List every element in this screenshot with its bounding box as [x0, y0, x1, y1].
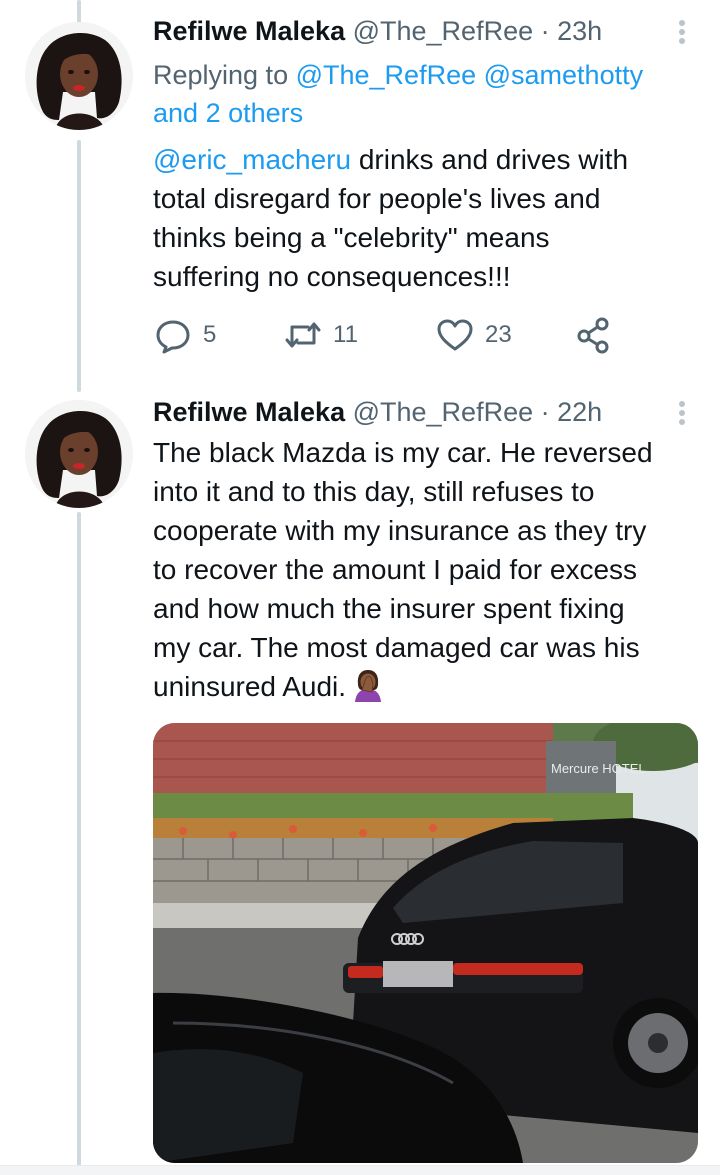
thread-connector-bottom [77, 512, 81, 1175]
tweet-time[interactable]: 22h [557, 397, 602, 427]
tweet-text-line: cooperate with my insurance as they try [153, 515, 647, 546]
tweet-text-line: into it and to this day, still refuses t… [153, 476, 595, 507]
tweet-text-line: The black Mazda is my car. He reversed [153, 437, 653, 468]
tweet-header: Refilwe Maleka @The_RefRee · 22h [153, 395, 602, 429]
separator-dot: · [540, 16, 550, 46]
hotel-sign-text: Mercure HOTEL [551, 761, 646, 776]
author-name[interactable]: Refilwe Maleka [153, 16, 345, 46]
retweet-icon [285, 322, 321, 348]
tweet-text-line: my car. The most damaged car was his [153, 632, 640, 663]
reply-count: 5 [203, 321, 217, 348]
tweet-text-line: thinks being a "celebrity" means [153, 222, 550, 253]
avatar[interactable] [25, 22, 133, 130]
tweet-text: @eric_macheru drinks and drives with tot… [153, 140, 698, 296]
tweet-text-line: total disregard for people's lives and [153, 183, 601, 214]
reply-mention-link[interactable]: @The_RefRee [296, 60, 477, 90]
reply-others-link[interactable]: 2 others [206, 98, 304, 128]
tweet-text: The black Mazda is my car. He reversed i… [153, 433, 698, 706]
reply-mention-link[interactable]: @samethotty [484, 60, 643, 90]
author-name[interactable]: Refilwe Maleka [153, 397, 345, 427]
heart-icon [437, 319, 473, 351]
tweet-text-span: drinks and drives with [351, 144, 629, 175]
tweet-time[interactable]: 23h [557, 16, 602, 46]
share-button[interactable] [573, 312, 613, 358]
replying-to-label: Replying to [153, 60, 289, 90]
author-handle[interactable]: @The_RefRee [353, 397, 534, 427]
reply-icon [156, 320, 190, 354]
tweet-text-line: to recover the amount I paid for excess [153, 554, 638, 585]
avatar[interactable] [25, 400, 133, 508]
tweet-text-span: uninsured Audi. [153, 671, 347, 702]
share-icon [577, 317, 609, 354]
retweet-button[interactable]: 11 [283, 312, 358, 358]
more-vertical-icon[interactable] [676, 17, 688, 47]
retweet-count: 11 [333, 321, 358, 348]
author-handle[interactable]: @The_RefRee [353, 16, 534, 46]
tweet-media-photo[interactable]: Mercure HOTEL [153, 723, 698, 1163]
tweet-text-line: and how much the insurer spent fixing [153, 593, 625, 624]
reply-button[interactable]: 5 [153, 312, 216, 358]
reply-and-word[interactable]: and [153, 98, 198, 128]
tweet-header: Refilwe Maleka @The_RefRee · 23h [153, 14, 602, 48]
tweet-text-line: uninsured Audi. [153, 667, 698, 706]
tweet-text-line: suffering no consequences!!! [153, 261, 511, 292]
separator-dot: · [540, 397, 550, 427]
mention-link[interactable]: @eric_macheru [153, 144, 351, 175]
replying-to: Replying to @The_RefRee @samethotty and … [153, 56, 698, 132]
timeline-divider [0, 1165, 720, 1175]
thread-connector [77, 140, 81, 392]
more-vertical-icon[interactable] [676, 398, 688, 428]
woman-facepalming-emoji [355, 670, 382, 702]
like-count: 23 [485, 321, 512, 348]
like-button[interactable]: 23 [435, 312, 512, 358]
tweet-text-line: @eric_macheru drinks and drives with [153, 140, 698, 179]
